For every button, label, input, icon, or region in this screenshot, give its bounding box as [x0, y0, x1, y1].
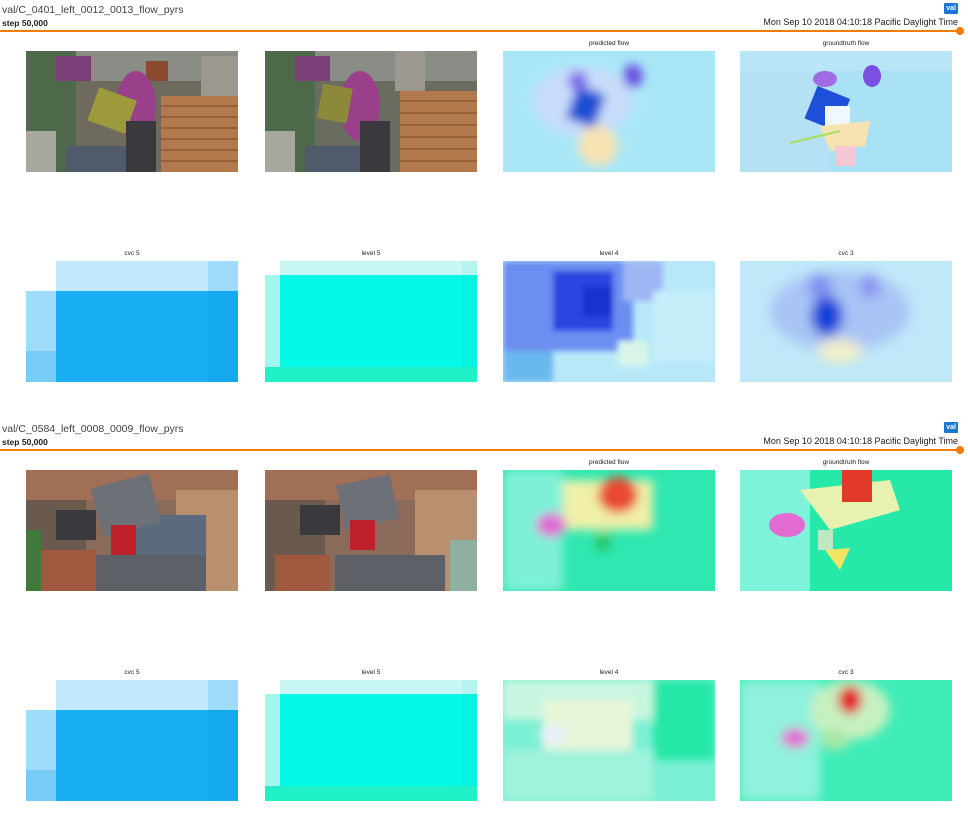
caption-predicted-flow: predicted flow	[588, 40, 630, 47]
run-badge: val	[944, 422, 958, 433]
card-tag: val/C_0584_left_0008_0009_flow_pyrs	[2, 423, 184, 435]
predicted-flow-image	[503, 51, 715, 172]
timestamp: Mon Sep 10 2018 04:10:18 Pacific Dayligh…	[763, 17, 958, 27]
level5-image	[265, 680, 477, 801]
caption-cvc3: cvc 3	[838, 250, 854, 257]
cvc5-image	[26, 261, 238, 382]
caption-cvc5: cvc 5	[124, 250, 140, 257]
input-frame-2	[265, 470, 477, 591]
step-slider-track[interactable]	[0, 449, 960, 451]
caption-cvc3: cvc 3	[838, 669, 854, 676]
cvc3-image	[740, 261, 952, 382]
level5-image	[265, 261, 477, 382]
predicted-flow-image	[503, 470, 715, 591]
caption-level5: level 5	[361, 669, 381, 676]
step-slider-track[interactable]	[0, 30, 960, 32]
groundtruth-flow-image	[740, 51, 952, 172]
step-slider-handle[interactable]	[956, 27, 964, 35]
level4-image	[503, 680, 715, 801]
card-tag: val/C_0401_left_0012_0013_flow_pyrs	[2, 4, 184, 16]
cvc5-image	[26, 680, 238, 801]
level4-image	[503, 261, 715, 382]
step-label: step 50,000	[2, 18, 48, 28]
caption-level4: level 4	[599, 250, 619, 257]
groundtruth-flow-image	[740, 470, 952, 591]
step-slider-handle[interactable]	[956, 446, 964, 454]
run-badge: val	[944, 3, 958, 14]
input-frame-2	[265, 51, 477, 172]
cvc3-image	[740, 680, 952, 801]
step-label: step 50,000	[2, 437, 48, 447]
caption-level4: level 4	[599, 669, 619, 676]
input-frame-1	[26, 51, 238, 172]
caption-groundtruth-flow: groundtruth flow	[822, 40, 870, 47]
caption-predicted-flow: predicted flow	[588, 459, 630, 466]
caption-cvc5: cvc 5	[124, 669, 140, 676]
caption-level5: level 5	[361, 250, 381, 257]
input-frame-1	[26, 470, 238, 591]
caption-groundtruth-flow: groundtruth flow	[822, 459, 870, 466]
timestamp: Mon Sep 10 2018 04:10:18 Pacific Dayligh…	[763, 436, 958, 446]
